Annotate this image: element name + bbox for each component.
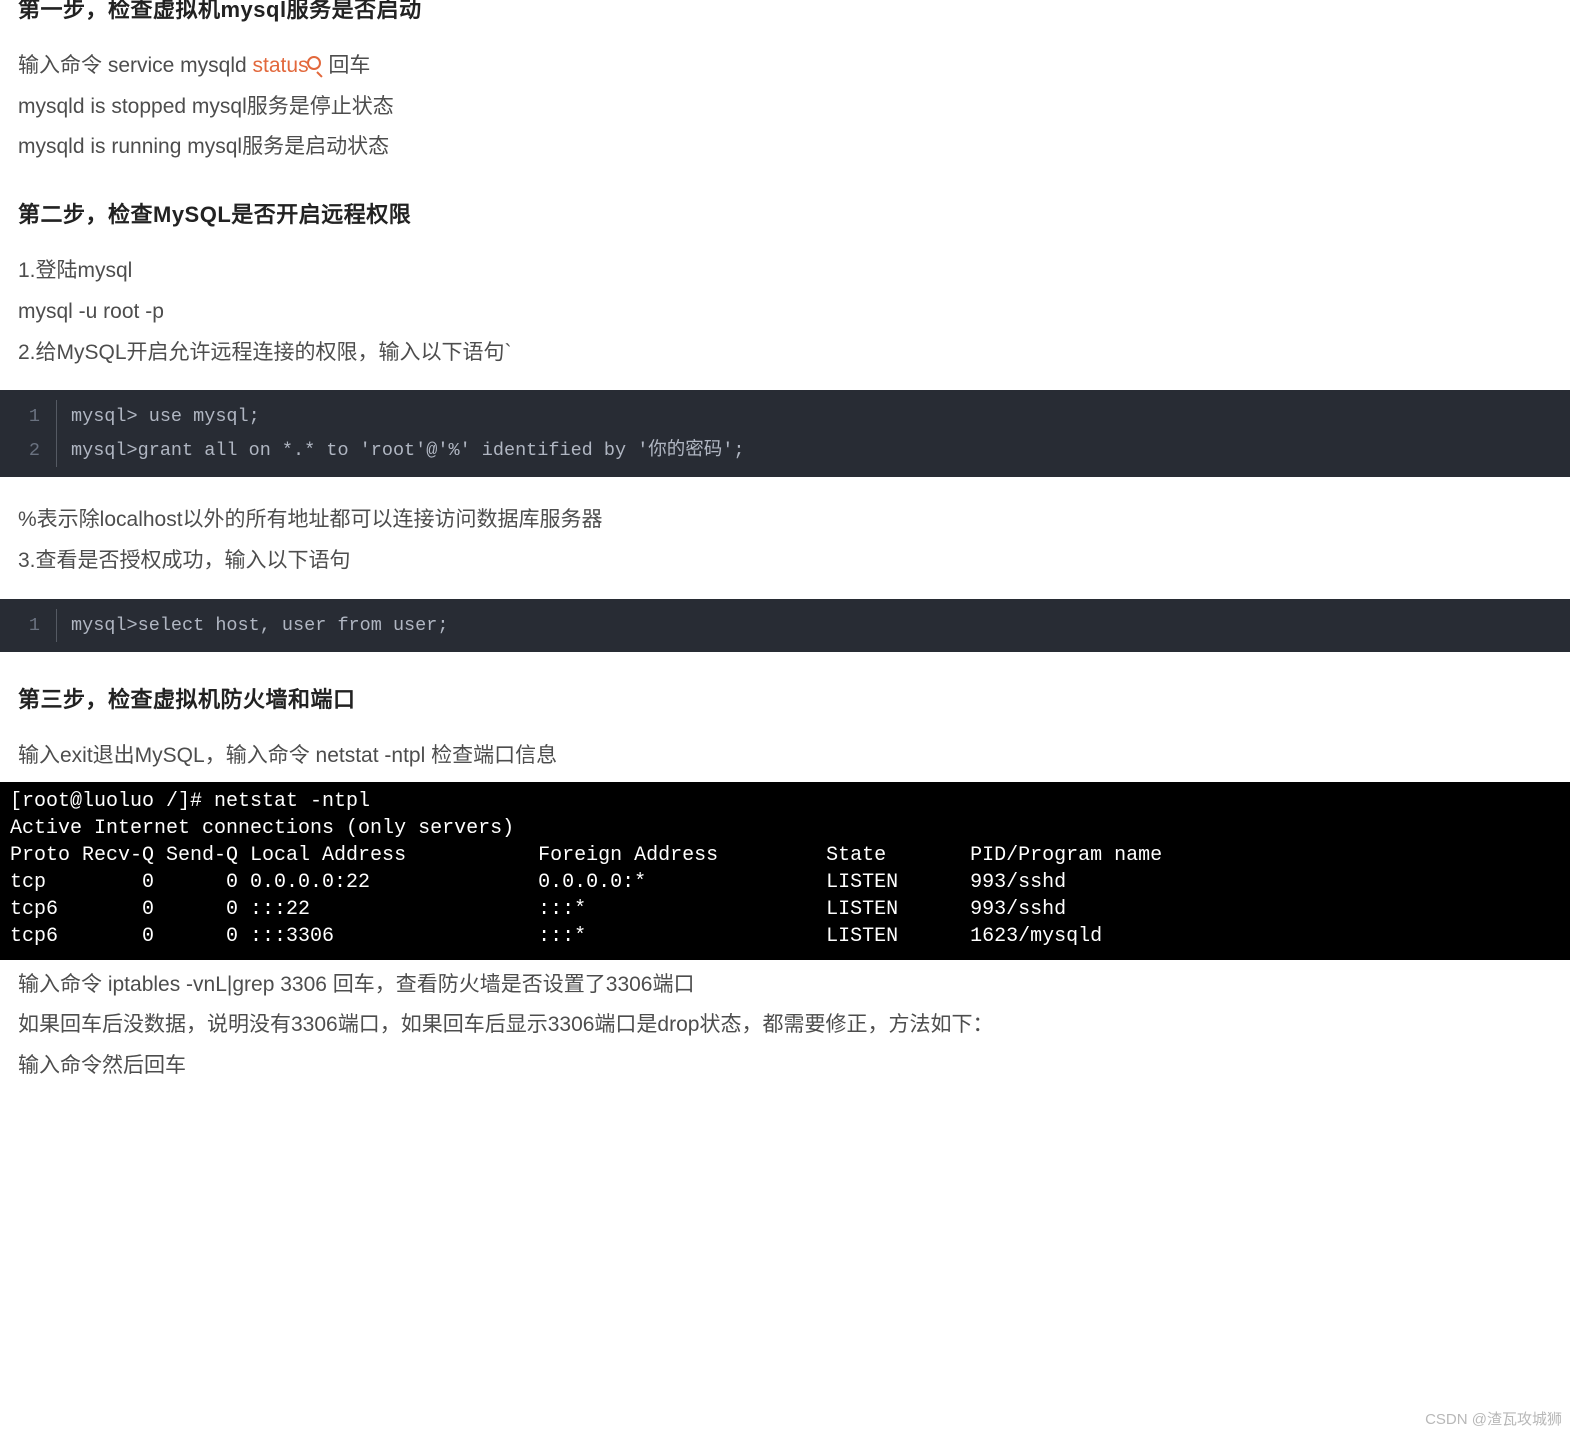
step3-p2: 输入命令 iptables -vnL|grep 3306 回车，查看防火墙是否设… (18, 966, 1552, 1005)
status-text: status (253, 54, 309, 77)
step1-line1-post: 回车 (323, 54, 371, 77)
code-line: mysql> use mysql; (57, 400, 260, 433)
line-number: 2 (0, 434, 56, 467)
line-number: 1 (0, 609, 56, 642)
step1-line1: 输入命令 service mysqld status 回车 (18, 47, 1552, 86)
step3-title: 第三步，检查虚拟机防火墙和端口 (18, 680, 1552, 721)
watermark: CSDN @渣瓦攻城狮 (1425, 1406, 1562, 1434)
step1-line1-pre: 输入命令 service mysqld (18, 54, 253, 77)
code-block-2: 1 mysql>select host, user from user; (0, 599, 1570, 652)
code-line: mysql>select host, user from user; (57, 609, 448, 642)
step2-title: 第二步，检查MySQL是否开启远程权限 (18, 195, 1552, 236)
step2-p4: %表示除localhost以外的所有地址都可以连接访问数据库服务器 (18, 501, 1552, 540)
step2-p1: 1.登陆mysql (18, 252, 1552, 291)
step2-p2: mysql -u root -p (18, 293, 1552, 332)
line-number: 1 (0, 400, 56, 433)
step1-line2: mysqld is stopped mysql服务是停止状态 (18, 88, 1552, 127)
search-icon (307, 56, 321, 70)
step3-p3: 如果回车后没数据，说明没有3306端口，如果回车后显示3306端口是drop状态… (18, 1006, 1552, 1045)
step1-line3: mysqld is running mysql服务是启动状态 (18, 128, 1552, 167)
step3-p1: 输入exit退出MySQL，输入命令 netstat -ntpl 检查端口信息 (18, 737, 1552, 776)
step1-title: 第一步，检查虚拟机mysql服务是否启动 (18, 0, 1552, 31)
terminal-output: [root@luoluo /]# netstat -ntpl Active In… (0, 782, 1570, 960)
code-block-1: 1 mysql> use mysql; 2 mysql>grant all on… (0, 390, 1570, 477)
step2-p3: 2.给MySQL开启允许远程连接的权限，输入以下语句` (18, 334, 1552, 373)
step2-p5: 3.查看是否授权成功，输入以下语句 (18, 542, 1552, 581)
step3-p4: 输入命令然后回车 (18, 1047, 1552, 1086)
code-line: mysql>grant all on *.* to 'root'@'%' ide… (57, 434, 745, 467)
